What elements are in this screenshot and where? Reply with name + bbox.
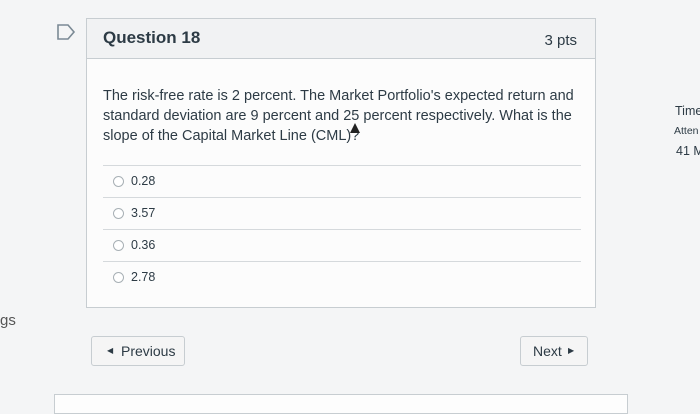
answer-option[interactable]: 3.57 — [103, 197, 581, 229]
time-label: Time — [675, 104, 700, 118]
answer-option[interactable]: 0.28 — [103, 165, 581, 197]
radio-button[interactable] — [113, 240, 124, 251]
minutes-label: 41 M — [676, 144, 700, 158]
next-label: Next — [533, 343, 562, 359]
previous-button[interactable]: ◀ Previous — [91, 336, 185, 366]
question-title: Question 18 — [103, 28, 201, 47]
mouse-cursor-icon — [350, 123, 360, 133]
radio-button[interactable] — [113, 176, 124, 187]
answer-list: 0.28 3.57 0.36 2.78 — [103, 165, 581, 293]
answer-label: 3.57 — [131, 206, 156, 220]
flag-question-icon[interactable] — [56, 24, 76, 40]
question-card: Question 18 3 pts The risk-free rate is … — [86, 18, 596, 308]
radio-button[interactable] — [113, 208, 124, 219]
next-button[interactable]: Next ▶ — [520, 336, 588, 366]
attempt-label: Atten — [674, 125, 699, 137]
answer-option[interactable]: 0.36 — [103, 229, 581, 261]
chevron-left-icon: ◀ — [107, 346, 114, 355]
question-points: 3 pts — [544, 32, 577, 49]
next-question-card — [54, 394, 628, 414]
previous-label: Previous — [121, 343, 176, 359]
answer-label: 0.36 — [131, 238, 156, 252]
question-text: The risk-free rate is 2 percent. The Mar… — [103, 88, 574, 144]
left-edge-text: gs — [0, 312, 16, 329]
question-header: Question 18 3 pts — [87, 19, 595, 59]
answer-option[interactable]: 2.78 — [103, 261, 581, 293]
answer-label: 0.28 — [131, 174, 156, 188]
answer-label: 2.78 — [131, 270, 156, 284]
radio-button[interactable] — [113, 272, 124, 283]
chevron-right-icon: ▶ — [568, 346, 575, 355]
